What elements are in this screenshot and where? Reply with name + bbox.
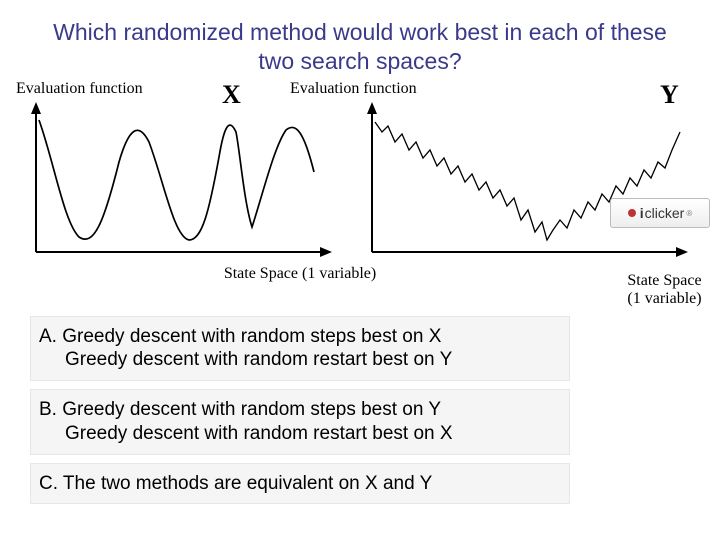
chart-y: [360, 102, 690, 262]
chart-x: [24, 102, 334, 262]
option-a-line1: A. Greedy descent with random steps best…: [39, 325, 561, 349]
state-space-label-left: State Space (1 variable): [180, 265, 420, 283]
iclicker-tm: ®: [686, 209, 692, 218]
iclicker-logo: i clicker ®: [610, 198, 710, 228]
option-c[interactable]: C. The two methods are equivalent on X a…: [30, 463, 570, 505]
option-a-line2: Greedy descent with random restart best …: [39, 348, 561, 372]
option-b-line1: B. Greedy descent with random steps best…: [39, 398, 561, 422]
option-b[interactable]: B. Greedy descent with random steps best…: [30, 389, 570, 455]
page-title: Which randomized method would work best …: [0, 0, 720, 80]
option-c-line1: C. The two methods are equivalent on X a…: [39, 472, 561, 496]
charts-region: Evaluation function X Evaluation functio…: [0, 80, 720, 280]
chart-x-ylabel: Evaluation function: [16, 80, 143, 98]
state-space-label-right: State Space (1 variable): [617, 272, 712, 309]
option-a[interactable]: A. Greedy descent with random steps best…: [30, 316, 570, 382]
chart-y-ylabel: Evaluation function: [290, 80, 417, 98]
iclicker-dot-icon: [628, 209, 636, 217]
option-b-line2: Greedy descent with random restart best …: [39, 422, 561, 446]
state-space-label-right-l2: (1 variable): [617, 290, 712, 308]
answer-options: A. Greedy descent with random steps best…: [30, 316, 690, 505]
iclicker-brand: clicker: [645, 205, 685, 221]
state-space-label-right-l1: State Space: [617, 272, 712, 290]
iclicker-brand-i: i: [640, 205, 644, 221]
